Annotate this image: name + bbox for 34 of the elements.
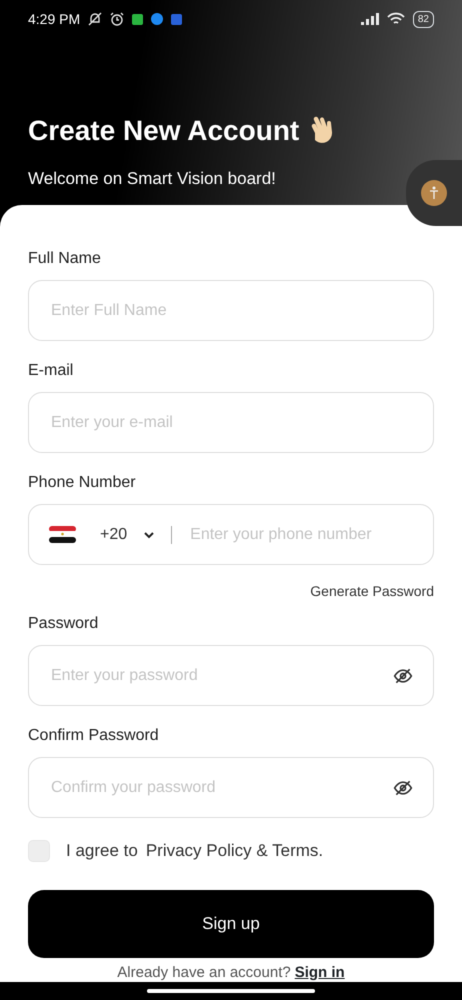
accessibility-button[interactable] <box>421 180 447 206</box>
caret-icon[interactable] <box>143 530 156 538</box>
account-prompt: Already have an account? <box>117 962 291 982</box>
text-input[interactable]: Enter your e-mail <box>49 410 413 436</box>
input-field[interactable]: +20 Enter your phone number <box>28 504 434 565</box>
input-field[interactable]: Enter your password <box>28 645 434 706</box>
input-field[interactable]: Confirm your password <box>28 757 434 818</box>
text-input[interactable]: Enter your phone number <box>188 522 413 548</box>
input-field[interactable]: Enter your e-mail <box>28 392 434 453</box>
agree-text: I agree to <box>66 840 138 862</box>
input-field[interactable]: Enter Full Name <box>28 280 434 341</box>
field-label: Full Name <box>28 249 102 269</box>
privacy-terms-link[interactable]: Privacy Policy & Terms. <box>146 838 324 864</box>
status-time: 4:29 PM <box>28 10 80 28</box>
battery-indicator: 82 <box>412 10 434 28</box>
flag-icon <box>49 526 76 543</box>
sign-in-link[interactable]: Sign in <box>294 962 345 984</box>
muted-bell-icon <box>88 12 102 26</box>
field-label: Phone Number <box>28 473 137 493</box>
generate-password-link[interactable]: Generate Password <box>310 581 434 602</box>
page-title: Create New Account <box>28 114 300 148</box>
field-label: Password <box>28 614 100 634</box>
sign-up-button[interactable]: Sign up <box>28 890 434 958</box>
field-label: Confirm Password <box>28 726 160 746</box>
field-label: E-mail <box>28 361 74 381</box>
agree-checkbox[interactable] <box>28 840 50 862</box>
text-input[interactable]: Confirm your password <box>49 774 377 800</box>
signal-icon <box>360 13 379 25</box>
country-code[interactable]: +20 <box>100 522 128 546</box>
page-subtitle: Welcome on Smart Vision board! <box>28 168 277 190</box>
wifi-icon <box>386 12 405 26</box>
alarm-clock-icon <box>110 12 124 26</box>
text-input[interactable]: Enter Full Name <box>49 298 413 324</box>
text-input[interactable]: Enter your password <box>49 662 377 688</box>
